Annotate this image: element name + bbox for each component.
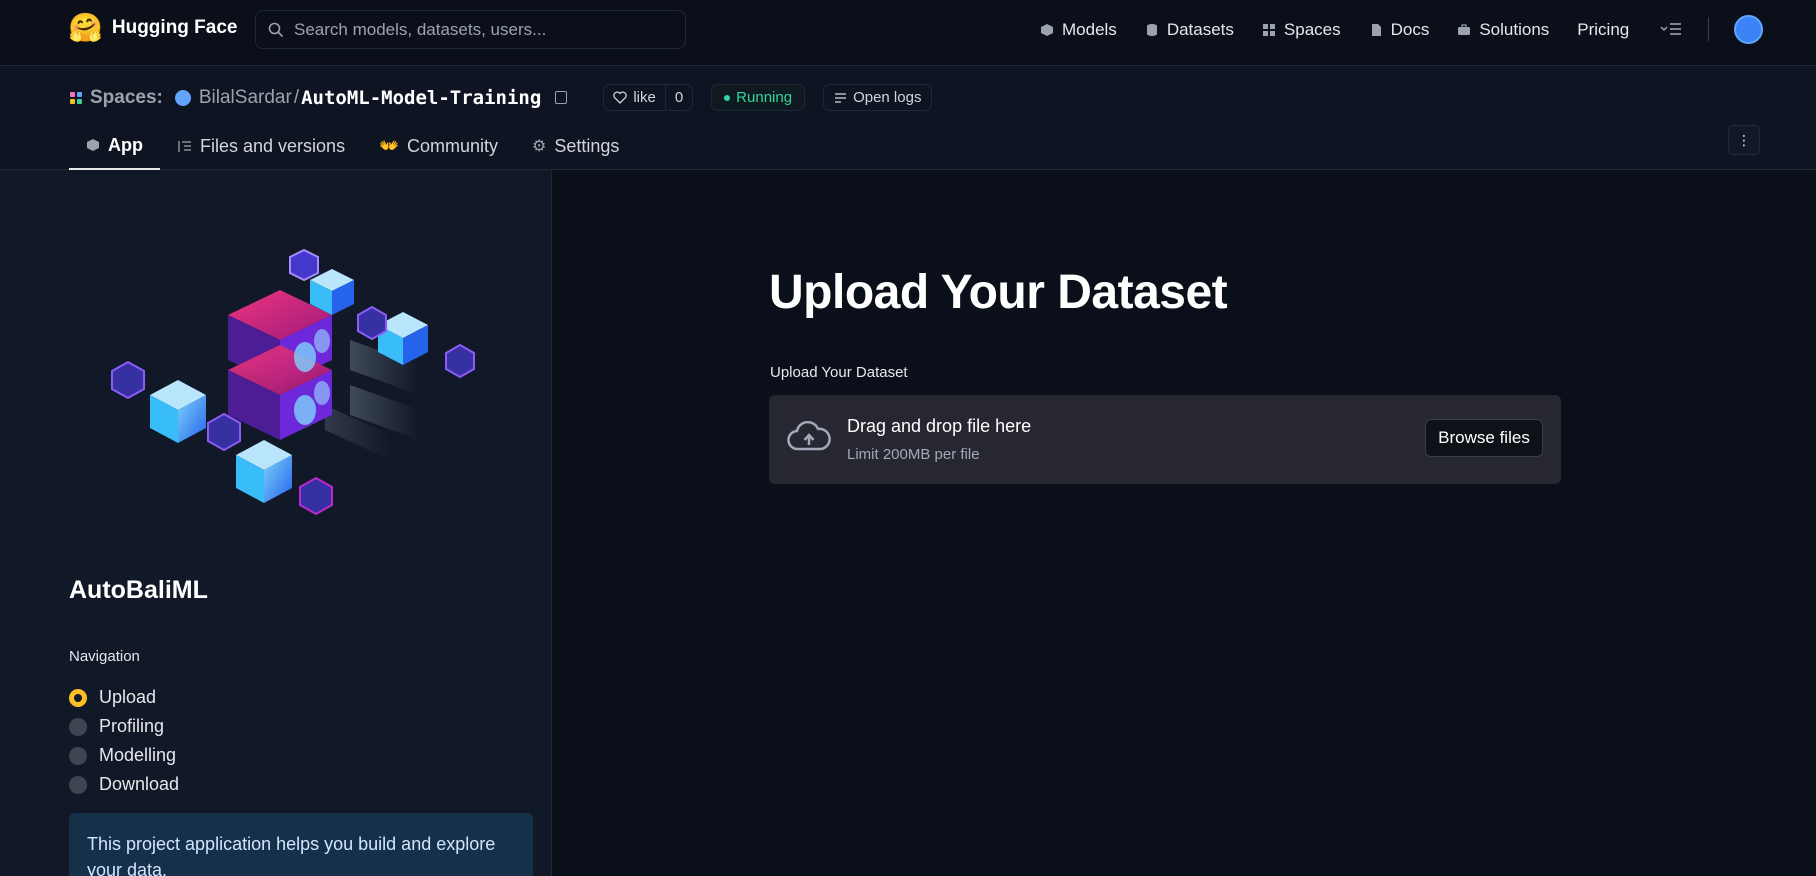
nav-datasets-label: Datasets xyxy=(1166,20,1234,39)
radio-upload[interactable]: Upload xyxy=(69,683,179,712)
nav-solutions[interactable]: Solutions xyxy=(1457,20,1549,40)
radio-unselected-icon xyxy=(69,775,87,794)
nav-docs[interactable]: Docs xyxy=(1369,20,1430,40)
logs-icon xyxy=(835,92,847,103)
nav-links: Models Datasets Spaces Docs Solutions Pr… xyxy=(1040,0,1657,60)
more-menu-icon[interactable] xyxy=(1660,20,1682,38)
owner-avatar xyxy=(174,89,191,106)
cloud-upload-icon xyxy=(787,421,831,451)
gear-icon: ⚙ xyxy=(532,138,547,155)
nav-models-label: Models xyxy=(1062,20,1117,39)
breadcrumb-section[interactable]: Spaces: xyxy=(90,87,163,109)
radio-profiling-label: Profiling xyxy=(99,716,165,736)
page-title: Upload Your Dataset xyxy=(769,266,1228,319)
doc-icon xyxy=(1371,24,1381,36)
repo-tabs: App Files and versions 👐 Community ⚙ Set… xyxy=(69,122,636,170)
info-box: This project application helps you build… xyxy=(69,813,533,876)
file-uploader-label: Upload Your Dataset xyxy=(770,364,908,381)
radio-unselected-icon xyxy=(69,746,87,765)
repo-header: Spaces: BilalSardar / AutoML-Model-Train… xyxy=(0,66,1816,170)
radio-download-label: Download xyxy=(99,774,180,794)
radio-selected-icon xyxy=(69,688,87,707)
radio-unselected-icon xyxy=(69,717,87,736)
dropzone-limit: Limit 200MB per file xyxy=(847,446,980,463)
tab-files[interactable]: Files and versions xyxy=(160,122,362,170)
tab-community-label: Community xyxy=(407,135,499,156)
nav-datasets[interactable]: Datasets xyxy=(1145,20,1234,40)
navigation-label: Navigation xyxy=(69,648,140,665)
like-button[interactable]: like 0 xyxy=(603,84,694,111)
automl-illustration xyxy=(111,248,475,516)
breadcrumb-separator: / xyxy=(293,86,300,108)
status-badge[interactable]: Running xyxy=(711,84,806,111)
search-input[interactable] xyxy=(294,19,674,40)
spaces-grid-icon xyxy=(1262,24,1275,36)
radio-profiling[interactable]: Profiling xyxy=(69,712,179,741)
status-dot-icon xyxy=(724,94,731,101)
tab-app-label: App xyxy=(108,134,143,155)
radio-upload-label: Upload xyxy=(99,687,157,707)
cube-icon xyxy=(1041,24,1053,36)
tab-settings-label: Settings xyxy=(554,135,620,156)
community-hands-icon: 👐 xyxy=(379,138,399,155)
user-avatar[interactable] xyxy=(1734,15,1763,44)
breadcrumb: Spaces: BilalSardar / AutoML-Model-Train… xyxy=(70,84,933,111)
status-label: Running xyxy=(736,89,793,106)
app-sidebar: AutoBaliML Navigation Upload Profiling M… xyxy=(0,170,552,876)
nav-pricing[interactable]: Pricing xyxy=(1577,20,1629,40)
spaces-logo-icon xyxy=(70,91,82,104)
main-content: Upload Your Dataset Upload Your Dataset … xyxy=(553,170,1816,876)
breadcrumb-owner[interactable]: BilalSardar xyxy=(199,87,292,109)
nav-spaces-label: Spaces xyxy=(1283,20,1341,39)
tab-settings[interactable]: ⚙ Settings xyxy=(515,122,636,170)
kebab-icon: ⋮ xyxy=(1737,131,1751,148)
nav-solutions-label: Solutions xyxy=(1479,20,1550,39)
more-options-button[interactable]: ⋮ xyxy=(1728,125,1760,155)
brand-name: Hugging Face xyxy=(111,17,238,38)
like-label: like xyxy=(633,89,656,106)
browse-files-button[interactable]: Browse files xyxy=(1425,419,1543,457)
navigation-radio-group: Upload Profiling Modelling Download xyxy=(69,683,179,799)
brand-logo[interactable]: 🤗 Hugging Face xyxy=(68,14,238,42)
tab-community[interactable]: 👐 Community xyxy=(362,122,515,170)
tab-files-label: Files and versions xyxy=(200,135,346,156)
nav-spaces[interactable]: Spaces xyxy=(1262,20,1341,40)
open-logs-button[interactable]: Open logs xyxy=(823,84,933,111)
copy-icon[interactable] xyxy=(555,91,568,104)
radio-modelling-label: Modelling xyxy=(99,745,177,765)
nav-docs-label: Docs xyxy=(1390,20,1430,39)
nav-models[interactable]: Models xyxy=(1040,20,1117,40)
app-title: AutoBaliML xyxy=(69,576,208,604)
search-box[interactable] xyxy=(255,10,686,49)
nav-divider xyxy=(1708,17,1709,41)
heart-icon xyxy=(613,91,628,104)
nav-pricing-label: Pricing xyxy=(1577,20,1630,39)
files-tree-icon xyxy=(178,140,191,152)
tab-app[interactable]: App xyxy=(69,122,160,170)
briefcase-icon xyxy=(1458,24,1471,35)
radio-download[interactable]: Download xyxy=(69,770,179,799)
file-dropzone[interactable]: Drag and drop file here Limit 200MB per … xyxy=(769,395,1561,484)
hugging-face-logo-icon: 🤗 xyxy=(68,12,103,43)
open-logs-label: Open logs xyxy=(853,89,922,106)
breadcrumb-repo-name[interactable]: AutoML-Model-Training xyxy=(301,87,541,109)
search-icon xyxy=(268,22,284,37)
radio-modelling[interactable]: Modelling xyxy=(69,741,179,770)
top-navbar: 🤗 Hugging Face Models Datasets Spaces Do… xyxy=(0,0,1816,66)
app-cube-icon xyxy=(87,139,99,151)
dropzone-instruction: Drag and drop file here xyxy=(847,416,1032,436)
like-count: 0 xyxy=(674,89,684,106)
database-icon xyxy=(1146,24,1157,36)
